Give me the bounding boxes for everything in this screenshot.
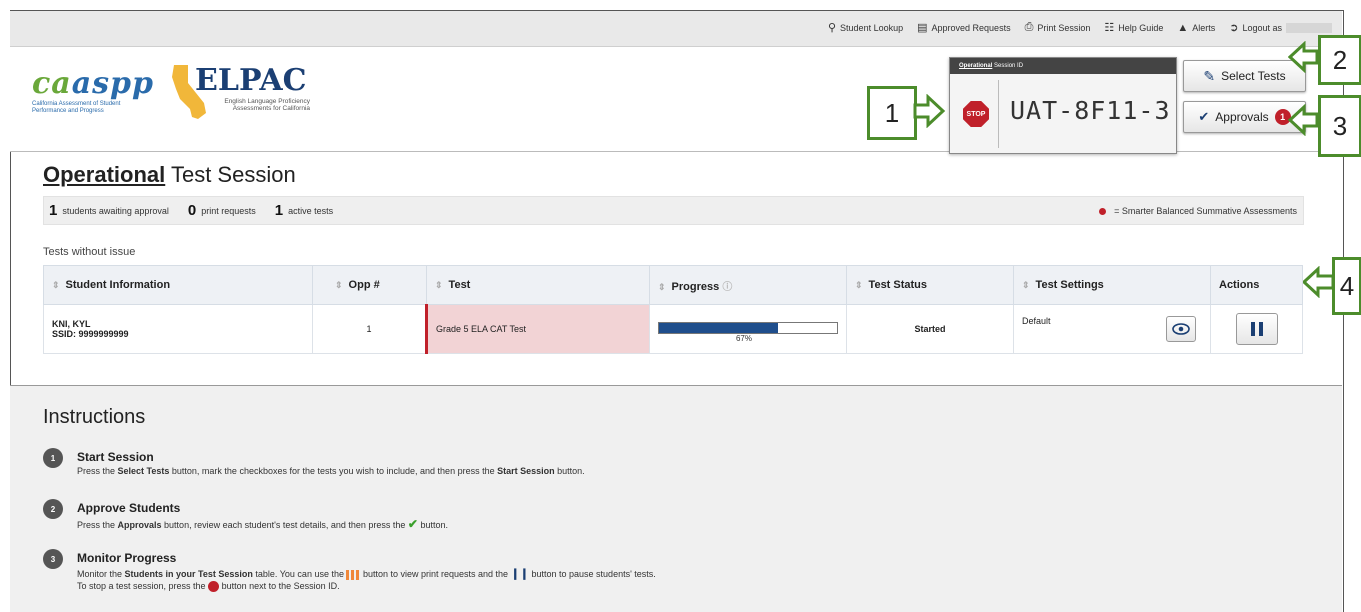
print-requests-stat: 0 print requests: [187, 202, 256, 219]
progress-bar-fill: [659, 322, 779, 333]
caaspp-logo-part2: aspp: [71, 66, 154, 101]
opp-cell: 1: [312, 304, 427, 354]
callout-3-arrow-icon: [1288, 104, 1319, 136]
info-icon[interactable]: ⓘ: [722, 282, 732, 293]
sort-icon: ⇕: [435, 280, 443, 290]
callout-4-arrow-icon: [1302, 266, 1334, 298]
step-number-2: 2: [43, 499, 63, 519]
print-requests-icon: [346, 569, 361, 580]
actions-cell: [1210, 304, 1303, 354]
test-name-cell: Grade 5 ELA CAT Test: [425, 304, 650, 354]
table-row: KNI, KYL SSID: 9999999999 1 Grade 5 ELA …: [43, 304, 1303, 354]
column-header-test-status[interactable]: ⇕ Test Status: [846, 265, 1014, 305]
step-title-1: Start Session: [77, 450, 154, 464]
search-icon: ⚲: [827, 22, 837, 34]
pause-icon-bar: [1258, 322, 1263, 336]
step-text-3: Monitor the Students in your Test Sessio…: [77, 568, 656, 580]
table-header-row: ⇕ Student Information ⇕ Opp # ⇕ Test ⇕ Progr…: [43, 265, 1303, 305]
red-dot-icon: [1099, 207, 1107, 215]
warning-icon: ▲: [1177, 21, 1189, 34]
top-bar: ⚲ Student Lookup ▤ Approved Requests ⎙ Prin…: [10, 11, 1342, 47]
sort-icon: ⇕: [658, 281, 666, 292]
sort-icon: ⇕: [1022, 280, 1030, 290]
book-icon: ☷: [1104, 22, 1115, 34]
student-lookup-link[interactable]: ⚲ Student Lookup: [828, 21, 903, 34]
column-header-test-settings[interactable]: ⇕ Test Settings: [1013, 265, 1211, 305]
student-info-cell: KNI, KYL SSID: 9999999999: [43, 304, 313, 354]
column-header-progress[interactable]: ⇕ Progress ⓘ: [649, 265, 847, 305]
progress-percent: 67%: [735, 333, 752, 343]
sort-icon: ⇕: [855, 280, 863, 290]
elpac-subtitle: English Language Proficiency Assessments…: [224, 98, 310, 112]
logout-icon: ➲: [1229, 22, 1239, 34]
callout-1: 1: [867, 86, 917, 140]
sort-icon: ⇕: [335, 280, 343, 290]
callout-2: 2: [1318, 35, 1361, 85]
checkmark-icon: ✔: [1198, 109, 1210, 124]
step-number-1: 1: [43, 448, 63, 468]
legend: = Smarter Balanced Summative Assessments: [1099, 206, 1297, 216]
stop-icon: STOP: [963, 101, 989, 127]
step-text-1: Press the Select Tests button, mark the …: [77, 466, 585, 476]
session-id-box: Operational Session ID STOP UAT-8F11-3: [949, 57, 1177, 154]
alerts-link[interactable]: ▲ Alerts: [1177, 22, 1215, 34]
column-header-actions: Actions: [1210, 265, 1303, 305]
username-redacted: [1286, 22, 1332, 33]
elpac-wordmark: ELPAC: [195, 63, 307, 98]
test-status-cell: Started: [846, 304, 1014, 354]
step-title-3: Monitor Progress: [77, 551, 177, 565]
logout-link[interactable]: ➲ Logout as: [1229, 21, 1332, 34]
column-header-test[interactable]: ⇕ Test: [426, 265, 650, 305]
caaspp-logo: caaspp California Assessment of Student …: [32, 66, 154, 115]
tests-table: ⇕ Student Information ⇕ Opp # ⇕ Test ⇕ Progr…: [43, 265, 1303, 354]
step-text-2: Press the Approvals button, review each …: [77, 517, 449, 531]
printer-icon: ⎙: [1024, 21, 1034, 33]
session-id: UAT-8F11-3: [1010, 96, 1171, 125]
student-name: KNI, KYL: [52, 319, 91, 329]
approved-requests-link[interactable]: ▤ Approved Requests: [917, 21, 1010, 34]
callout-3: 3: [1318, 95, 1361, 157]
stop-icon: [208, 581, 220, 593]
callout-1-arrow-icon: [913, 94, 946, 128]
progress-cell: 67%: [649, 304, 847, 354]
test-settings-cell: Default: [1013, 304, 1211, 354]
callout-2-arrow-icon: [1288, 41, 1319, 73]
callout-4: 4: [1332, 257, 1361, 315]
pause-icon: ❙❙: [510, 568, 529, 580]
table-subheading: Tests without issue: [43, 246, 136, 258]
eye-icon: [1172, 323, 1190, 335]
student-ssid: SSID: 9999999999: [52, 329, 129, 339]
step-number-3: 3: [43, 549, 63, 569]
caaspp-logo-part1: ca: [32, 66, 72, 101]
pencil-icon: ✎: [1203, 67, 1216, 84]
step-title-2: Approve Students: [77, 501, 181, 515]
session-stats-bar: 1 students awaiting approval 0 print reque…: [43, 196, 1304, 225]
awaiting-approval-stat: 1 students awaiting approval: [49, 202, 169, 219]
elpac-logo: ELPAC English Language Proficiency Asses…: [195, 63, 310, 112]
help-guide-link[interactable]: ☷ Help Guide: [1104, 21, 1163, 34]
green-check-icon: ✔: [407, 517, 418, 531]
active-tests-stat: 1 active tests: [274, 202, 334, 219]
progress-bar: [658, 321, 838, 334]
column-header-student-info[interactable]: ⇕ Student Information: [43, 265, 313, 305]
page-title: Operational Test Session: [43, 162, 296, 187]
session-id-label: Operational Session ID: [950, 58, 1176, 74]
sort-icon: ⇕: [52, 280, 60, 290]
instructions-panel: Instructions 1 Start Session Press the S…: [10, 385, 1342, 612]
stop-session-button[interactable]: STOP: [954, 80, 999, 148]
print-session-link[interactable]: ⎙ Print Session: [1025, 21, 1091, 34]
document-icon: ▤: [917, 22, 928, 34]
pause-test-button[interactable]: [1235, 313, 1278, 345]
test-settings-value: Default: [1022, 316, 1051, 326]
step-text-3b: To stop a test session, press the button…: [77, 581, 340, 593]
view-settings-button[interactable]: [1166, 316, 1196, 342]
column-header-opp[interactable]: ⇕ Opp #: [312, 265, 427, 305]
instructions-heading: Instructions: [43, 406, 146, 428]
pause-icon-bar: [1250, 322, 1255, 336]
caaspp-subtitle: California Assessment of Student Perform…: [32, 101, 121, 114]
top-nav: ⚲ Student Lookup ▤ Approved Requests ⎙ Prin…: [828, 21, 1332, 34]
